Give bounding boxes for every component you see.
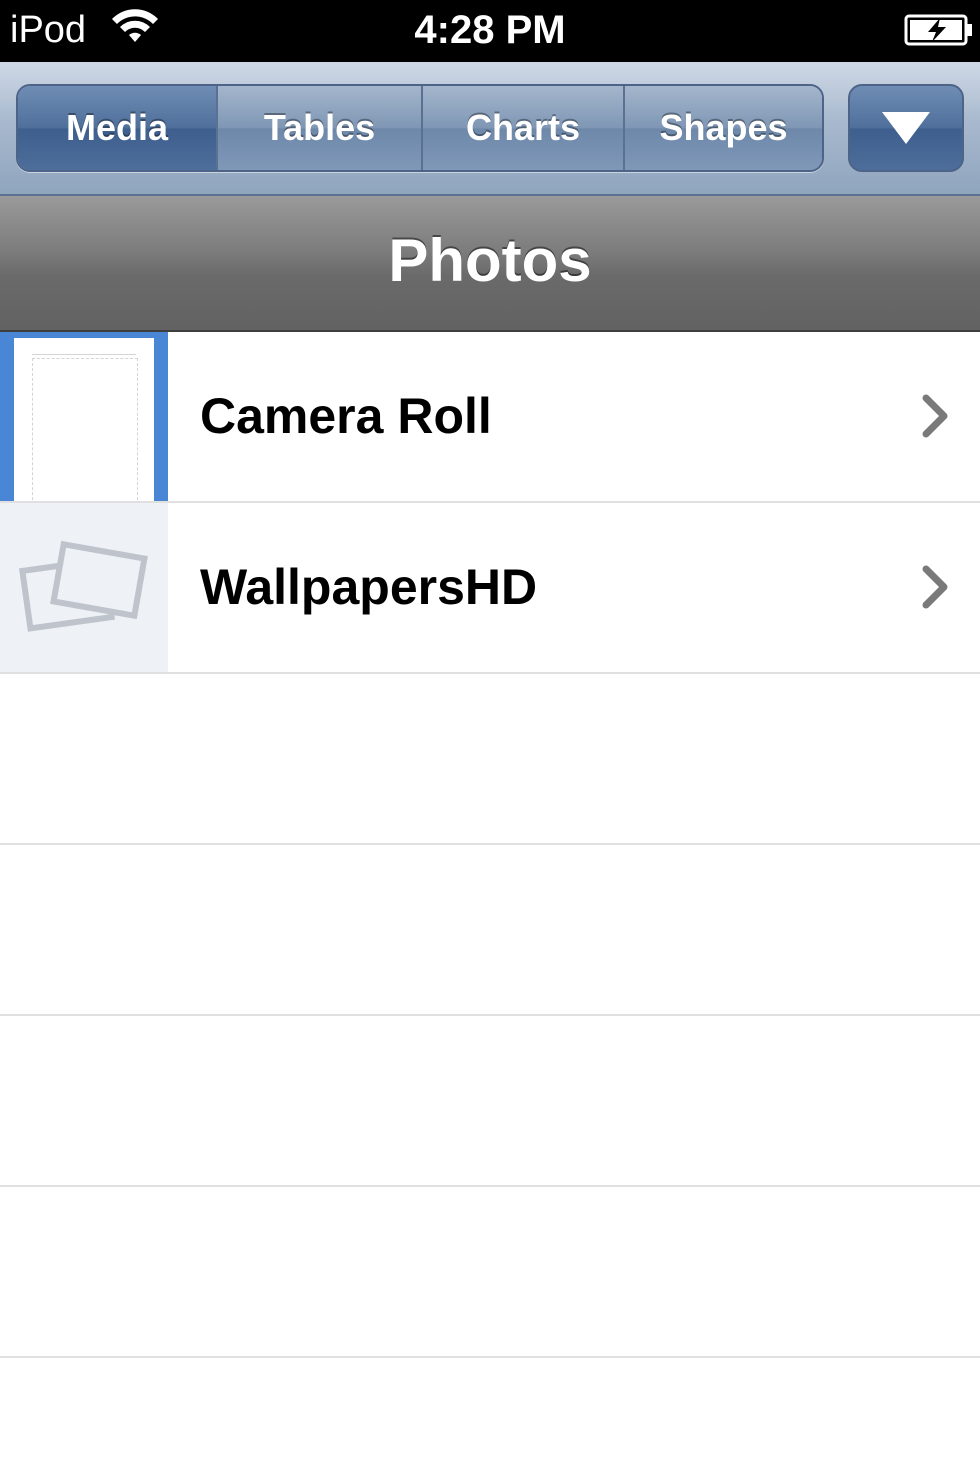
album-row-camera-roll[interactable]: Camera Roll bbox=[0, 332, 980, 503]
album-name: WallpapersHD bbox=[200, 559, 538, 615]
empty-row bbox=[0, 674, 980, 845]
insert-category-segmented-control: Media Tables Charts Shapes bbox=[16, 84, 824, 172]
segment-tables[interactable]: Tables bbox=[218, 86, 423, 170]
empty-row bbox=[0, 1016, 980, 1187]
dropdown-button[interactable] bbox=[848, 84, 964, 172]
album-list: Camera Roll WallpapersHD bbox=[0, 332, 980, 1358]
chevron-right-icon bbox=[922, 565, 948, 609]
album-thumbnail bbox=[0, 332, 168, 501]
triangle-down-icon bbox=[882, 112, 930, 144]
chevron-right-icon bbox=[922, 394, 948, 438]
album-thumbnail bbox=[0, 503, 168, 672]
insert-toolbar: Media Tables Charts Shapes bbox=[0, 62, 980, 196]
document-thumbnail-icon bbox=[14, 338, 154, 501]
segment-shapes[interactable]: Shapes bbox=[625, 86, 822, 170]
page-title: Photos bbox=[388, 227, 592, 294]
segment-charts[interactable]: Charts bbox=[423, 86, 625, 170]
battery-charging-icon bbox=[904, 14, 972, 46]
album-row-wallpapershd[interactable]: WallpapersHD bbox=[0, 503, 980, 674]
album-name: Camera Roll bbox=[200, 388, 492, 444]
navigation-bar: Photos bbox=[0, 196, 980, 332]
status-time: 4:28 PM bbox=[414, 8, 566, 52]
photo-placeholder-icon bbox=[18, 540, 148, 632]
status-bar: iPod 4:28 PM bbox=[0, 0, 980, 62]
segment-media[interactable]: Media bbox=[18, 86, 218, 170]
empty-row bbox=[0, 845, 980, 1016]
empty-row bbox=[0, 1187, 980, 1358]
